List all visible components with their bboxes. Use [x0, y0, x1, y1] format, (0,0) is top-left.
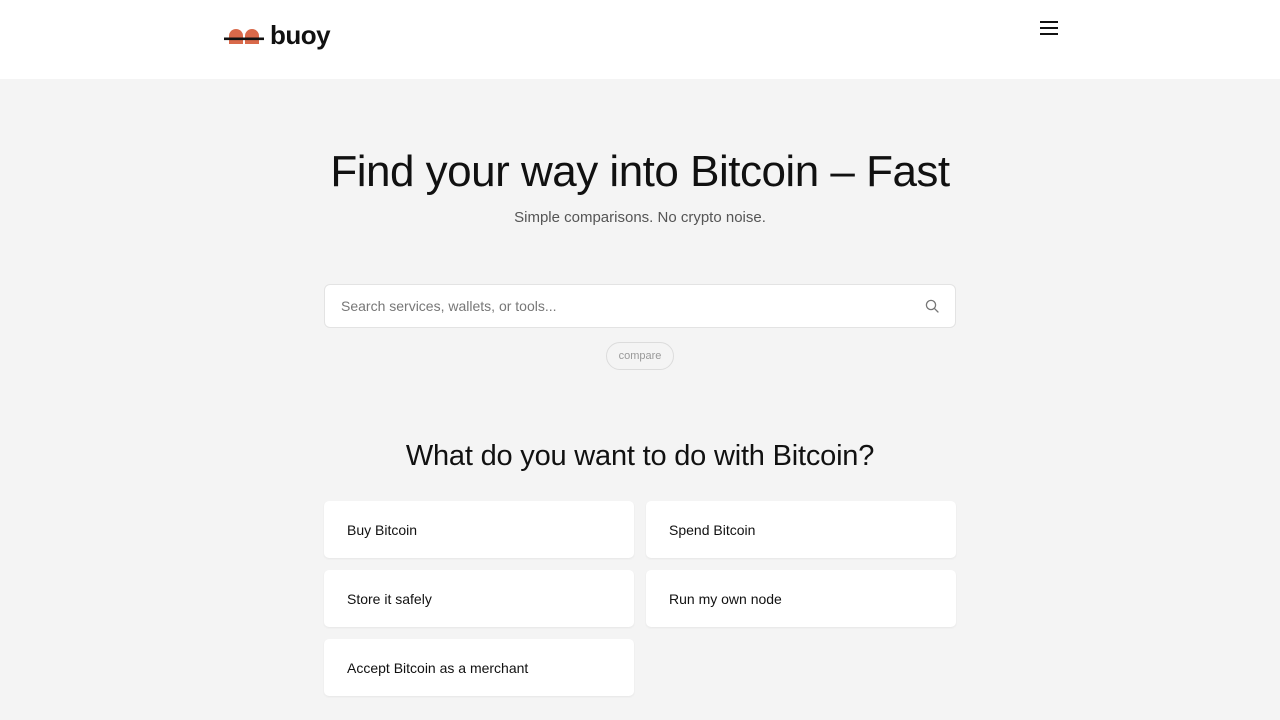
hero-subtitle: Simple comparisons. No crypto noise.: [514, 209, 766, 226]
option-buy-bitcoin[interactable]: Buy Bitcoin: [324, 501, 634, 558]
option-store-safely[interactable]: Store it safely: [324, 570, 634, 627]
search-input[interactable]: [341, 285, 911, 327]
site-header: buoy: [0, 0, 1280, 79]
option-spend-bitcoin[interactable]: Spend Bitcoin: [646, 501, 956, 558]
search-icon[interactable]: [925, 299, 939, 313]
hamburger-menu-icon: [1040, 21, 1058, 35]
search-box: [324, 284, 956, 328]
hero-title: Find your way into Bitcoin – Fast: [330, 147, 950, 196]
compare-tag[interactable]: compare: [606, 342, 674, 370]
section-title: What do you want to do with Bitcoin?: [405, 440, 875, 472]
buoy-logo-icon: [224, 25, 264, 45]
option-run-node[interactable]: Run my own node: [646, 570, 956, 627]
logo-link[interactable]: buoy: [224, 20, 331, 50]
menu-button[interactable]: [1036, 15, 1062, 41]
logo-text: buoy: [270, 20, 331, 50]
option-accept-merchant[interactable]: Accept Bitcoin as a merchant: [324, 639, 634, 696]
option-grid: Buy Bitcoin Spend Bitcoin Store it safel…: [324, 501, 956, 696]
